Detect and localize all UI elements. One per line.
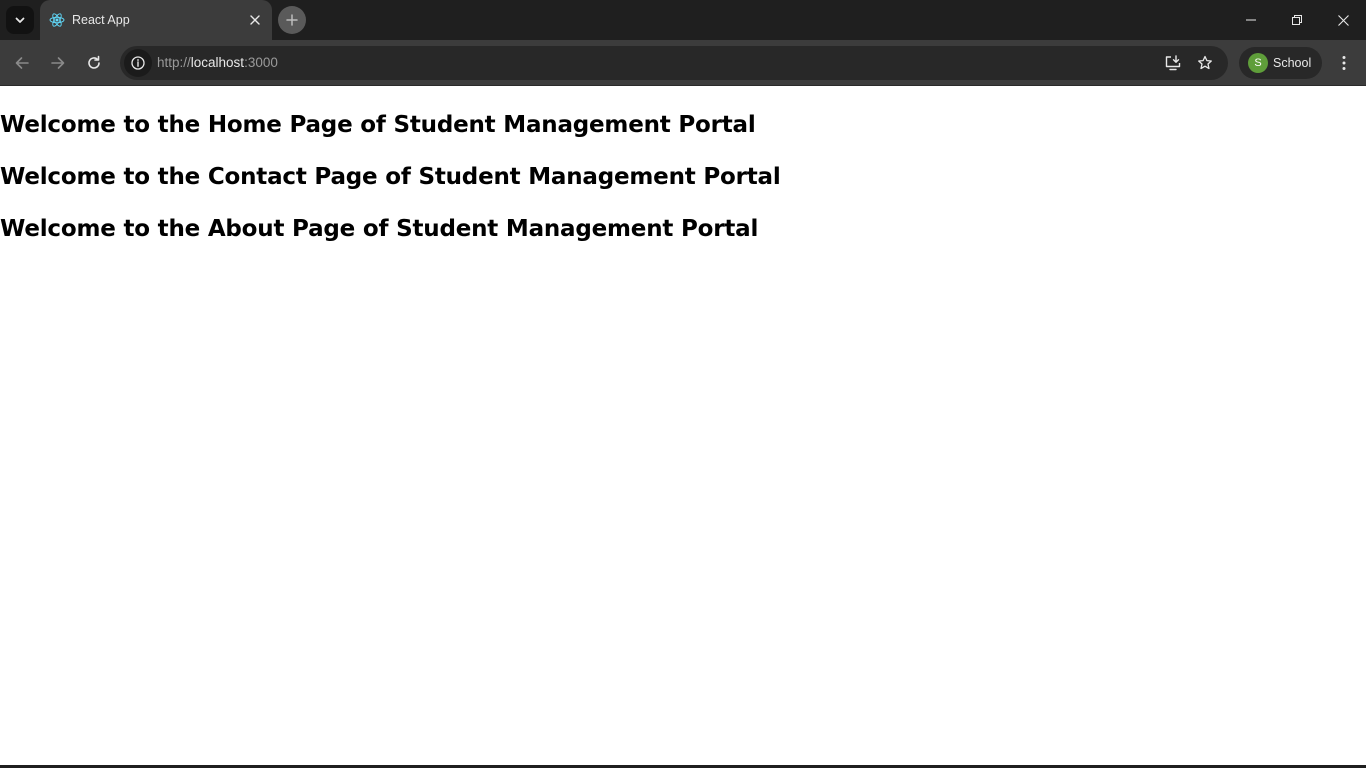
page-content: Welcome to the Home Page of Student Mana… — [0, 87, 1366, 768]
profile-name: School — [1273, 56, 1312, 70]
reload-button[interactable] — [80, 49, 108, 77]
star-icon — [1198, 55, 1212, 70]
url-scheme: http:// — [157, 55, 191, 70]
install-app-icon — [1165, 55, 1181, 71]
browser-toolbar: http://localhost:3000 S School — [0, 40, 1366, 86]
tab-search-button[interactable] — [6, 6, 34, 34]
chevron-down-icon — [15, 17, 25, 23]
arrow-right-icon — [51, 57, 65, 69]
restore-button[interactable] — [1274, 0, 1320, 40]
browser-menu-button[interactable] — [1332, 49, 1356, 77]
close-window-button[interactable] — [1320, 0, 1366, 40]
home-heading: Welcome to the Home Page of Student Mana… — [0, 112, 756, 138]
address-bar[interactable]: http://localhost:3000 — [120, 46, 1228, 80]
minimize-button[interactable] — [1228, 0, 1274, 40]
new-tab-button[interactable] — [278, 6, 306, 34]
url-text[interactable]: http://localhost:3000 — [157, 55, 278, 71]
reload-icon — [88, 55, 100, 69]
restore-icon — [1292, 15, 1302, 25]
bookmark-button[interactable] — [1193, 51, 1217, 75]
profile-button[interactable]: S School — [1239, 47, 1322, 79]
install-app-button[interactable] — [1161, 51, 1185, 75]
close-icon — [1337, 14, 1349, 26]
back-button[interactable] — [8, 49, 36, 77]
tab-close-button[interactable] — [246, 11, 264, 29]
close-icon — [250, 15, 260, 25]
kebab-menu-icon — [1342, 56, 1346, 70]
plus-icon — [286, 14, 298, 26]
about-heading: Welcome to the About Page of Student Man… — [0, 216, 759, 242]
react-logo-icon — [49, 13, 65, 27]
browser-tab-active[interactable]: React App — [40, 0, 272, 40]
forward-button[interactable] — [44, 49, 72, 77]
info-icon — [131, 56, 145, 70]
url-port: :3000 — [244, 55, 278, 70]
avatar: S — [1248, 53, 1268, 73]
site-info-button[interactable] — [124, 49, 152, 77]
arrow-left-icon — [15, 57, 29, 69]
browser-titlebar: React App — [0, 0, 1366, 40]
tab-title: React App — [72, 13, 130, 27]
contact-heading: Welcome to the Contact Page of Student M… — [0, 164, 781, 190]
minimize-icon — [1246, 19, 1256, 21]
url-host: localhost — [190, 55, 245, 70]
